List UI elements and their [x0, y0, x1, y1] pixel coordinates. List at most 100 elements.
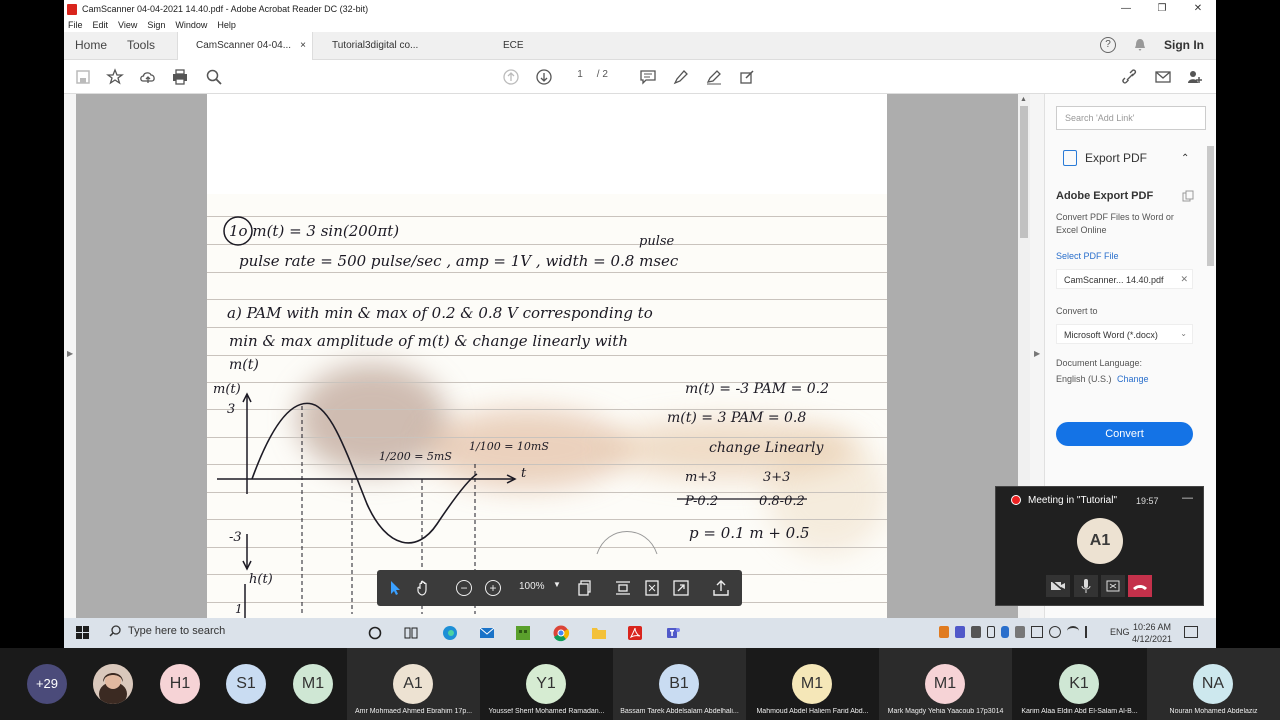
- meeting-popup[interactable]: Meeting in "Tutorial" 19:57 — A1: [995, 486, 1204, 606]
- participant-avatar[interactable]: M1: [293, 664, 333, 704]
- notifications-icon[interactable]: [1184, 626, 1198, 638]
- page-view-icon[interactable]: [576, 579, 594, 597]
- change-language-link[interactable]: Change: [1117, 374, 1149, 384]
- windows-start-icon[interactable]: [76, 626, 90, 640]
- comment-icon[interactable]: [639, 68, 657, 86]
- fullscreen-icon[interactable]: [672, 579, 690, 597]
- participant-tile[interactable]: B1 Bassam Tarek Abdelsalam Abdelhali...: [613, 648, 746, 720]
- tray-window-icon[interactable]: [1031, 626, 1043, 638]
- fit-width-icon[interactable]: [614, 579, 632, 597]
- menu-edit[interactable]: Edit: [93, 20, 109, 30]
- menu-sign[interactable]: Sign: [147, 20, 165, 30]
- tray-sync-icon[interactable]: [1049, 626, 1061, 638]
- page-current-input[interactable]: 1: [572, 69, 588, 80]
- microphone-icon[interactable]: [1074, 575, 1098, 597]
- taskbar-clock[interactable]: 10:26 AM 4/12/2021: [1132, 621, 1172, 645]
- zoom-search-icon[interactable]: [205, 68, 223, 86]
- acrobat-reader-icon[interactable]: [626, 624, 644, 642]
- participant-tile[interactable]: M1 Mahmoud Abdel Haliem Farid Abd...: [746, 648, 879, 720]
- zoom-in-icon[interactable]: +: [485, 580, 501, 596]
- bluetooth-icon[interactable]: [1001, 626, 1009, 638]
- previous-page-icon[interactable]: [502, 68, 520, 86]
- language-indicator[interactable]: ENG: [1110, 627, 1130, 637]
- teams-icon[interactable]: [664, 624, 682, 642]
- tray-app-icon[interactable]: [1015, 626, 1025, 638]
- tray-device-icon[interactable]: [987, 626, 995, 638]
- minimize-button[interactable]: —: [1108, 0, 1144, 18]
- tray-app-icon[interactable]: [971, 626, 981, 638]
- format-select[interactable]: Microsoft Word (*.docx) ⌄: [1056, 324, 1193, 344]
- menu-help[interactable]: Help: [217, 20, 236, 30]
- convert-button[interactable]: Convert: [1056, 422, 1193, 446]
- participant-avatar[interactable]: S1: [226, 664, 266, 704]
- tab-home[interactable]: Home: [75, 38, 107, 52]
- link-icon[interactable]: [1121, 68, 1139, 86]
- chevron-up-icon[interactable]: ⌃: [1181, 153, 1189, 164]
- zoom-out-icon[interactable]: −: [456, 580, 472, 596]
- zoom-level[interactable]: 100%: [519, 581, 545, 592]
- expand-right-icon[interactable]: ▶: [1034, 349, 1040, 358]
- close-window-button[interactable]: ✕: [1180, 0, 1216, 18]
- tab-ece[interactable]: ECE: [485, 32, 621, 60]
- taskbar-search-placeholder: Type here to search: [128, 625, 226, 637]
- menu-window[interactable]: Window: [175, 20, 207, 30]
- email-icon[interactable]: [1154, 68, 1172, 86]
- left-panel-toggle[interactable]: ▶: [64, 94, 76, 618]
- end-call-icon[interactable]: [1128, 575, 1152, 597]
- notification-bell-icon[interactable]: [1132, 37, 1148, 53]
- tab-camscanner[interactable]: CamScanner 04-04... ×: [177, 32, 313, 60]
- cortana-icon[interactable]: [366, 624, 384, 642]
- maximize-button[interactable]: ❐: [1144, 0, 1180, 18]
- sign-in-button[interactable]: Sign In: [1164, 38, 1204, 52]
- participant-tile[interactable]: M1 Mark Magdy Yehia Yaacoub 17p3014: [879, 648, 1012, 720]
- expand-left-icon[interactable]: ▶: [67, 349, 73, 358]
- share-user-icon[interactable]: [1186, 68, 1204, 86]
- bookmark-star-icon[interactable]: [106, 68, 124, 86]
- camera-off-icon[interactable]: [1046, 575, 1070, 597]
- tray-teams-icon[interactable]: [955, 626, 965, 638]
- more-participants-badge[interactable]: +29: [27, 664, 67, 704]
- volume-icon[interactable]: [1085, 626, 1097, 638]
- tab-tutorial3digital[interactable]: Tutorial3digital co...: [314, 32, 450, 60]
- export-upload-icon[interactable]: [712, 579, 730, 597]
- minecraft-icon[interactable]: [514, 624, 532, 642]
- panel-scrollbar[interactable]: [1207, 146, 1214, 266]
- tab-close-icon[interactable]: ×: [300, 32, 306, 60]
- remove-file-icon[interactable]: ✕: [1180, 274, 1188, 285]
- tray-app-icon[interactable]: [939, 626, 949, 638]
- zoom-dropdown-icon[interactable]: ▼: [553, 580, 561, 589]
- wifi-icon[interactable]: [1067, 626, 1079, 636]
- task-view-icon[interactable]: [402, 624, 420, 642]
- mail-icon[interactable]: [478, 624, 496, 642]
- edge-browser-icon[interactable]: [441, 624, 459, 642]
- participant-tile[interactable]: NA Nouran Mohamed Abdelaziz: [1147, 648, 1280, 720]
- print-icon[interactable]: [171, 68, 189, 86]
- scroll-up-icon[interactable]: ▲: [1020, 96, 1027, 103]
- participant-photo-avatar[interactable]: [93, 664, 133, 704]
- participant-tile[interactable]: K1 Karim Alaa Eldin Abd El-Salam Al-B...: [1012, 648, 1147, 720]
- highlight-pen-icon[interactable]: [672, 68, 690, 86]
- tab-tools[interactable]: Tools: [127, 38, 155, 52]
- meeting-minimize-button[interactable]: —: [1182, 492, 1193, 504]
- fill-sign-icon[interactable]: [738, 68, 756, 86]
- upload-cloud-icon[interactable]: [139, 68, 157, 86]
- participant-tile[interactable]: A1 Amr Mohmaed Ahmed Ebrahim 17p...: [347, 648, 480, 720]
- taskbar-search[interactable]: Type here to search: [109, 625, 225, 637]
- next-page-icon[interactable]: [535, 68, 553, 86]
- select-cursor-icon[interactable]: [386, 579, 404, 597]
- menu-view[interactable]: View: [118, 20, 137, 30]
- participant-tile[interactable]: Y1 Youssef Sherif Mohamed Ramadan...: [480, 648, 613, 720]
- help-icon[interactable]: ?: [1100, 37, 1116, 53]
- participant-avatar[interactable]: H1: [160, 664, 200, 704]
- tools-search-input[interactable]: Search 'Add Link': [1056, 106, 1206, 130]
- sign-pen-icon[interactable]: [705, 68, 723, 86]
- save-icon[interactable]: [74, 68, 92, 86]
- hand-tool-icon[interactable]: [415, 579, 433, 597]
- export-pdf-header[interactable]: Export PDF ⌃: [1063, 150, 1189, 166]
- file-explorer-icon[interactable]: [590, 624, 608, 642]
- share-screen-icon[interactable]: [1101, 575, 1125, 597]
- chrome-icon[interactable]: [552, 624, 570, 642]
- menu-file[interactable]: File: [68, 20, 83, 30]
- scrollbar-thumb[interactable]: [1020, 106, 1028, 238]
- fit-page-icon[interactable]: [643, 579, 661, 597]
